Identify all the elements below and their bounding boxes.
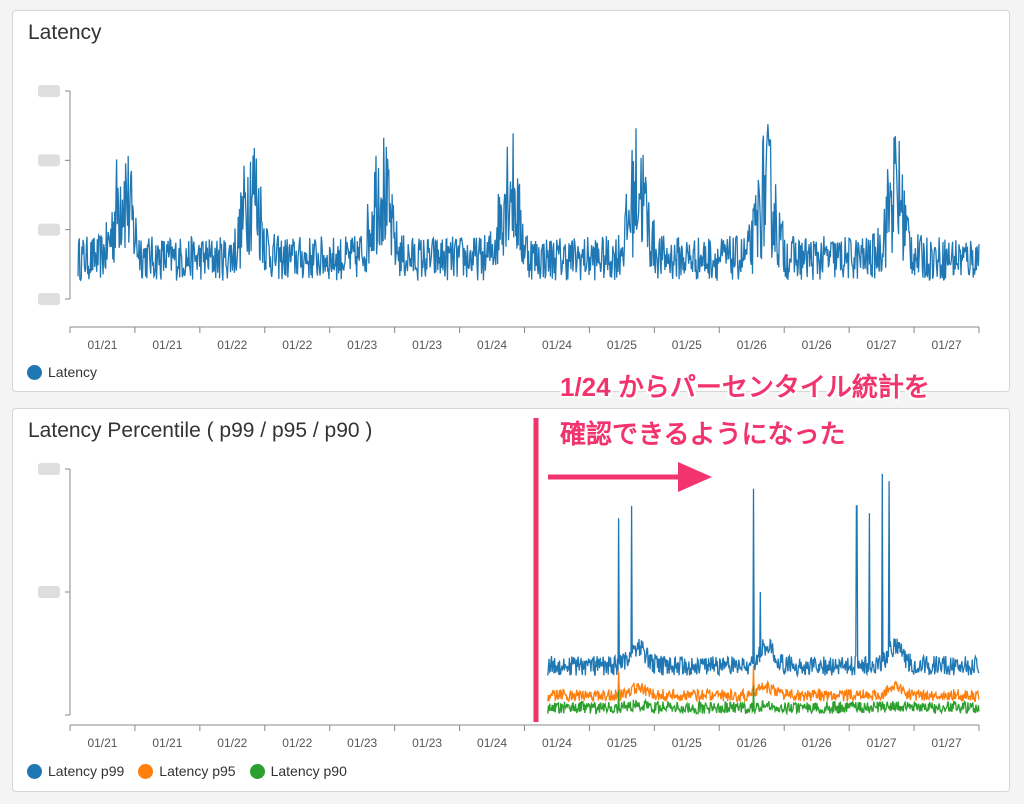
annotation-arrow bbox=[548, 462, 712, 492]
annotation-text: 1/24 からパーセンタイル統計を bbox=[560, 372, 930, 402]
annotation-text: 確認できるようになった bbox=[560, 419, 846, 449]
